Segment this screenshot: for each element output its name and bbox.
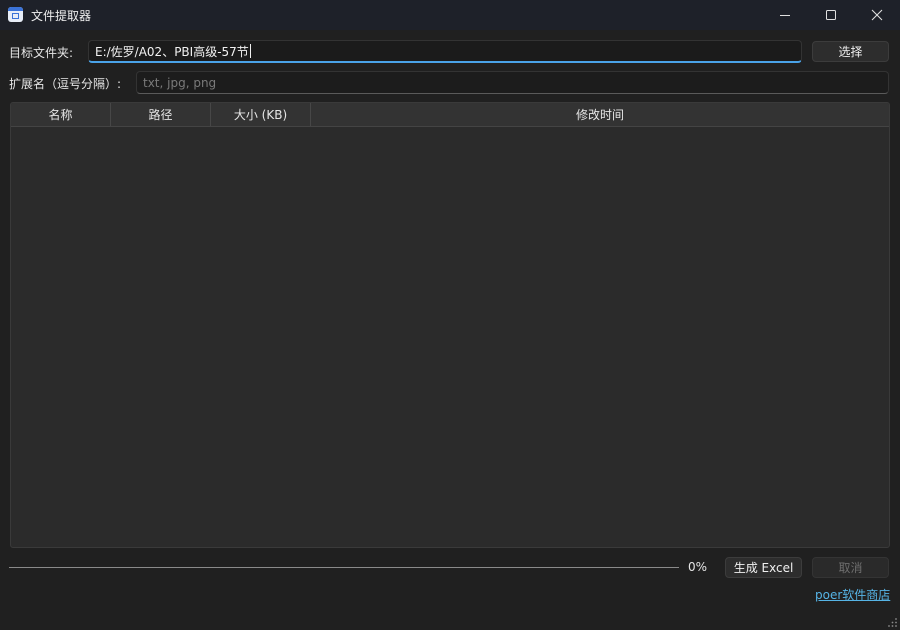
window-title: 文件提取器 [31, 9, 92, 23]
store-link[interactable]: poer软件商店 [815, 586, 890, 603]
generate-excel-label: 生成 Excel [733, 561, 794, 575]
column-header-size[interactable]: 大小 (KB) [211, 103, 311, 126]
title-bar: 文件提取器 [0, 0, 900, 30]
extensions-label: 扩展名（逗号分隔）: [9, 77, 122, 91]
generate-excel-button[interactable]: 生成 Excel [725, 557, 802, 578]
resize-grip-icon[interactable] [886, 616, 898, 628]
folder-path-input[interactable]: E:/佐罗/A02、PBI高级-57节 [88, 40, 802, 63]
maximize-icon [826, 10, 836, 20]
cancel-button[interactable]: 取消 [812, 557, 889, 578]
app-window-icon [8, 7, 23, 22]
table-header: 名称 路径 大小 (KB) 修改时间 [11, 103, 889, 127]
text-caret [249, 44, 251, 58]
minimize-icon [780, 15, 790, 16]
folder-path-value: E:/佐罗/A02、PBI高级-57节 [95, 44, 249, 59]
close-button[interactable] [854, 0, 900, 30]
progress-bar [9, 567, 679, 568]
column-header-path[interactable]: 路径 [111, 103, 211, 126]
folder-label: 目标文件夹: [9, 46, 74, 60]
extensions-input[interactable]: txt, jpg, png [136, 71, 889, 94]
maximize-button[interactable] [808, 0, 854, 30]
extensions-placeholder: txt, jpg, png [143, 75, 217, 90]
close-icon [871, 9, 883, 21]
cancel-label: 取消 [838, 561, 863, 575]
browse-button-label: 选择 [838, 45, 863, 59]
column-header-name[interactable]: 名称 [11, 103, 111, 126]
file-table[interactable]: 名称 路径 大小 (KB) 修改时间 [10, 102, 890, 548]
minimize-button[interactable] [762, 0, 808, 30]
browse-button[interactable]: 选择 [812, 41, 889, 62]
column-header-modified[interactable]: 修改时间 [311, 103, 889, 126]
progress-percent: 0% [688, 560, 708, 574]
